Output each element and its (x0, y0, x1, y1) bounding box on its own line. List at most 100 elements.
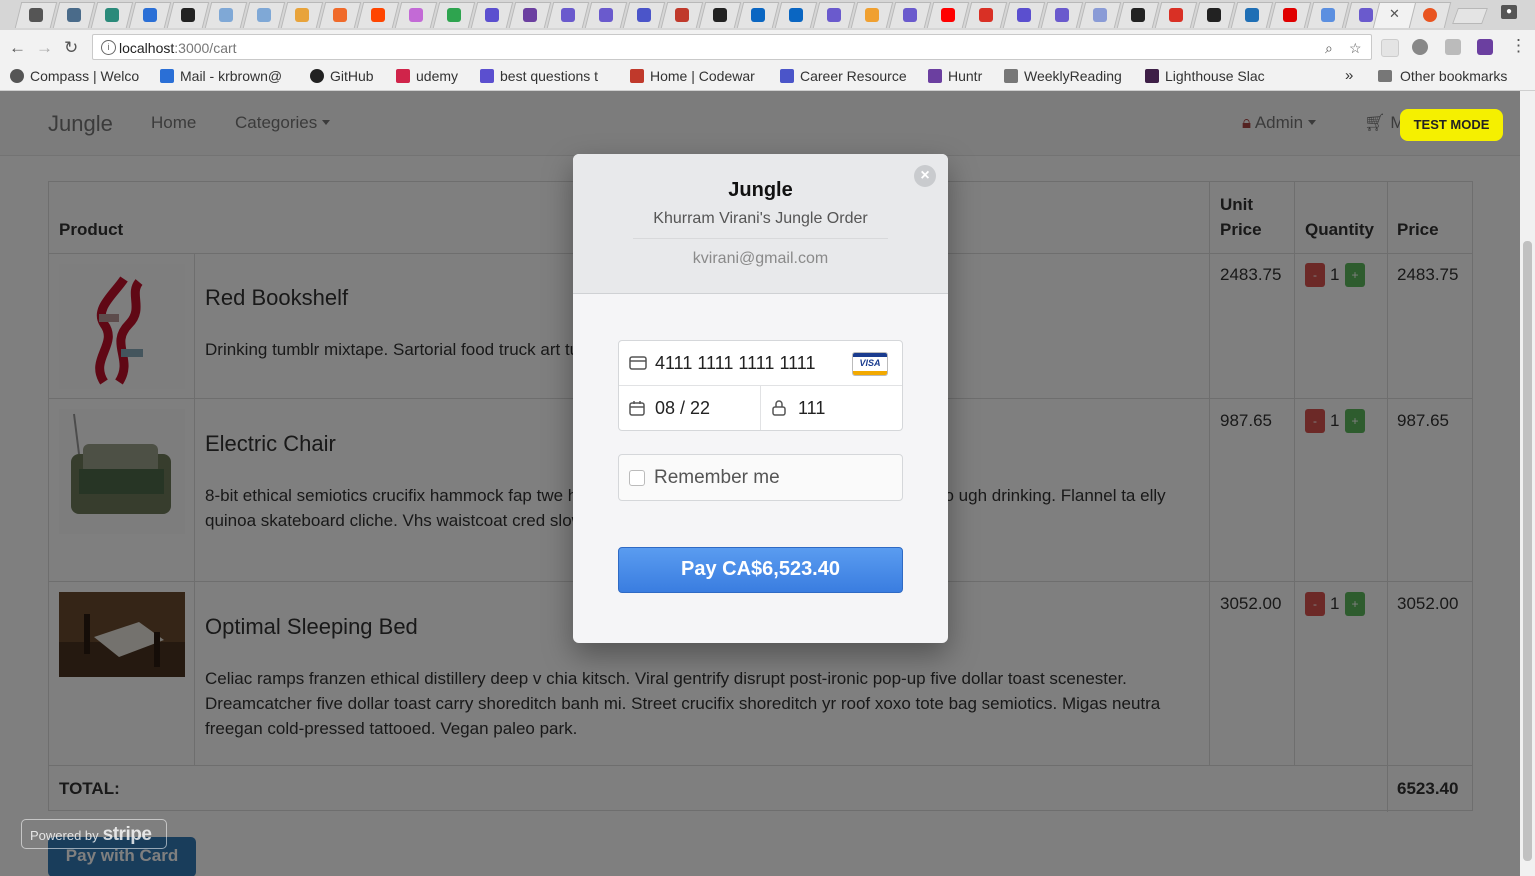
browser-tab[interactable] (242, 2, 286, 28)
bookmark-career-resource[interactable]: Career Resource (780, 68, 907, 84)
browser-tab[interactable] (888, 2, 932, 28)
browser-tab[interactable] (280, 2, 324, 28)
browser-tab[interactable] (812, 2, 856, 28)
browser-tab[interactable] (698, 2, 742, 28)
page-scrollbar[interactable] (1520, 91, 1535, 876)
card-number-field[interactable]: 4111 1111 1111 1111 (655, 353, 815, 374)
codewars-icon (630, 69, 644, 83)
browser-tab[interactable] (432, 2, 476, 28)
menu-icon[interactable]: ⋮ (1510, 36, 1527, 56)
browser-tab[interactable] (926, 2, 970, 28)
remember-me-checkbox[interactable] (629, 470, 645, 486)
browser-tab[interactable] (318, 2, 362, 28)
folder-icon (1378, 70, 1392, 82)
modal-header: × Jungle Khurram Virani's Jungle Order k… (573, 154, 948, 294)
address-bar[interactable]: i localhost:3000/cart ⌕ ☆ (92, 34, 1372, 60)
browser-tab[interactable] (1040, 2, 1084, 28)
calendar-icon (629, 401, 645, 416)
close-tab-icon[interactable]: ✕ (1389, 6, 1400, 22)
cvc-field[interactable]: 111 (798, 398, 825, 419)
modal-title: Jungle (728, 179, 793, 201)
credit-card-icon (629, 356, 647, 370)
remember-me-label[interactable]: Remember me (654, 467, 780, 489)
browser-tab[interactable] (850, 2, 894, 28)
udemy-icon (396, 69, 410, 83)
browser-tab[interactable] (1268, 2, 1312, 28)
browser-tab[interactable] (394, 2, 438, 28)
customer-email[interactable]: kvirani@gmail.com (573, 250, 948, 268)
lock-icon (772, 400, 786, 416)
document-icon (780, 69, 794, 83)
info-icon[interactable]: i (101, 40, 116, 55)
browser-tab[interactable] (660, 2, 704, 28)
profile-icon[interactable]: ● (1501, 5, 1517, 19)
compass-icon (10, 69, 24, 83)
browser-tab[interactable] (356, 2, 400, 28)
browser-tab[interactable] (964, 2, 1008, 28)
browser-tab[interactable] (508, 2, 552, 28)
scrollbar-thumb[interactable] (1523, 241, 1532, 861)
outlook-icon (160, 69, 174, 83)
bookmark-best-questions[interactable]: best questions t (480, 68, 598, 84)
browser-tab[interactable] (470, 2, 514, 28)
browser-tab[interactable] (1078, 2, 1122, 28)
visa-icon: VISA (852, 352, 888, 376)
forward-icon[interactable]: → (36, 38, 53, 58)
browser-tab[interactable] (14, 2, 58, 28)
browser-tab[interactable] (1230, 2, 1274, 28)
browser-tab[interactable] (1408, 2, 1452, 28)
huntr-icon (928, 69, 942, 83)
new-tab-button[interactable] (1452, 8, 1488, 24)
bookmark-huntr[interactable]: Huntr (928, 68, 982, 84)
bookmark-compass[interactable]: Compass | Welco (10, 68, 139, 84)
browser-tab[interactable] (546, 2, 590, 28)
other-bookmarks[interactable]: Other bookmarks (1378, 68, 1507, 84)
browser-tab[interactable] (166, 2, 210, 28)
browser-tab[interactable] (90, 2, 134, 28)
bookmark-codewars[interactable]: Home | Codewar (630, 68, 755, 84)
stripe-checkout-modal: × Jungle Khurram Virani's Jungle Order k… (573, 154, 948, 643)
bookmark-star-icon[interactable]: ☆ (1349, 40, 1362, 57)
browser-tab[interactable] (52, 2, 96, 28)
divider (633, 238, 888, 239)
adblock-icon[interactable] (1412, 39, 1428, 55)
bookmark-weekly-reading[interactable]: WeeklyReading (1004, 68, 1122, 84)
brackets-icon (480, 69, 494, 83)
zoom-icon[interactable]: ⌕ (1325, 40, 1333, 57)
folder-icon (1004, 69, 1018, 83)
bookmark-github[interactable]: GitHub (310, 68, 374, 84)
huntr-extension-icon[interactable] (1477, 39, 1493, 55)
browser-tab[interactable] (1002, 2, 1046, 28)
browser-tab[interactable] (204, 2, 248, 28)
browser-tab[interactable] (1116, 2, 1160, 28)
bookmark-udemy[interactable]: udemy (396, 68, 458, 84)
remember-me-option[interactable]: Remember me (618, 454, 903, 501)
modal-subtitle: Khurram Virani's Jungle Order (653, 210, 868, 227)
bookmarks-bar: Compass | Welco Mail - krbrown@ GitHub u… (0, 64, 1535, 91)
extension-icon[interactable] (1381, 39, 1399, 57)
test-mode-badge: TEST MODE (1400, 109, 1503, 141)
expiry-field[interactable]: 08 / 22 (655, 398, 710, 419)
browser-tab[interactable] (774, 2, 818, 28)
browser-tab[interactable] (584, 2, 628, 28)
extension-icon[interactable] (1445, 39, 1461, 55)
browser-tab[interactable] (622, 2, 666, 28)
tab-strip: ✕ ● (0, 0, 1535, 30)
bookmark-mail[interactable]: Mail - krbrown@ (160, 68, 282, 84)
browser-tab[interactable] (1306, 2, 1350, 28)
browser-tab[interactable] (736, 2, 780, 28)
browser-toolbar: ← → ↻ i localhost:3000/cart ⌕ ☆ ⋮ (0, 30, 1535, 64)
browser-tab[interactable] (1192, 2, 1236, 28)
powered-by-stripe-link[interactable]: Powered by stripe (21, 819, 167, 849)
card-details-group: 4111 1111 1111 1111 VISA 08 / 22 111 (618, 340, 903, 431)
reload-icon[interactable]: ↻ (64, 38, 78, 58)
pay-button[interactable]: Pay CA$6,523.40 (618, 547, 903, 593)
more-bookmarks-icon[interactable]: » (1345, 67, 1353, 84)
browser-tab[interactable] (128, 2, 172, 28)
bookmark-lighthouse-slack[interactable]: Lighthouse Slac (1145, 68, 1265, 84)
github-icon (310, 69, 324, 83)
url-text[interactable]: localhost:3000/cart (119, 40, 237, 56)
back-icon[interactable]: ← (9, 38, 26, 58)
stripe-logo: stripe (102, 824, 152, 845)
browser-tab[interactable] (1154, 2, 1198, 28)
